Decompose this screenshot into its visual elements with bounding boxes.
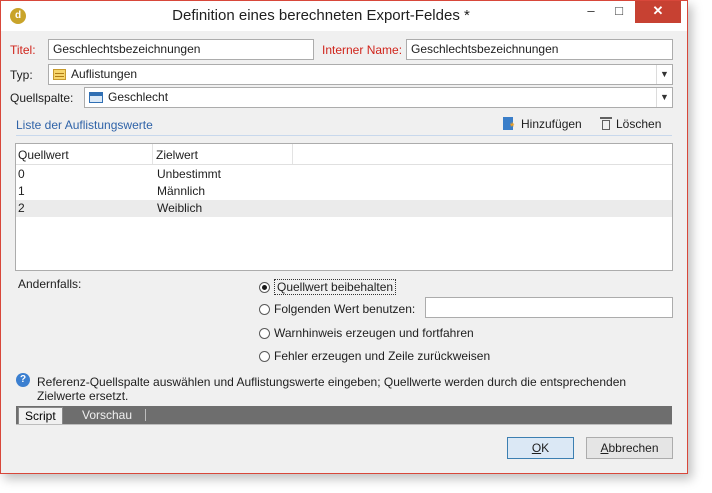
chevron-down-icon[interactable]: ▼ bbox=[656, 65, 672, 84]
titel-label: Titel: bbox=[10, 43, 36, 57]
internal-name-input[interactable]: Geschlechtsbezeichnungen bbox=[406, 39, 673, 60]
values-table[interactable]: Quellwert Zielwert 0 Unbestimmt 1 Männli… bbox=[15, 143, 673, 271]
chevron-down-icon[interactable]: ▼ bbox=[656, 88, 672, 107]
delete-button-label: Löschen bbox=[616, 117, 662, 131]
help-icon: ? bbox=[16, 373, 30, 387]
trash-icon bbox=[600, 117, 612, 131]
close-button[interactable]: ✕ bbox=[635, 1, 681, 23]
add-icon: * bbox=[503, 117, 517, 133]
maximize-button[interactable]: □ bbox=[606, 1, 632, 23]
column-header-target[interactable]: Zielwert bbox=[156, 148, 198, 162]
dialog-window: d Definition eines berechneten Export-Fe… bbox=[0, 0, 688, 474]
internal-name-label: Interner Name: bbox=[322, 43, 403, 57]
titel-input[interactable]: Geschlechtsbezeichnungen bbox=[48, 39, 314, 60]
radio-warn-continue[interactable]: Warnhinweis erzeugen und fortfahren bbox=[259, 326, 474, 340]
target-cell: Männlich bbox=[157, 184, 206, 198]
source-column-value: Geschlecht bbox=[108, 90, 169, 104]
radio-label: Folgenden Wert benutzen: bbox=[274, 302, 416, 316]
radio-label: Fehler erzeugen und Zeile zurückweisen bbox=[274, 349, 491, 363]
section-title: Liste der Auflistungswerte bbox=[16, 118, 153, 132]
radio-use-value[interactable]: Folgenden Wert benutzen: bbox=[259, 302, 415, 316]
title-bar[interactable]: d Definition eines berechneten Export-Fe… bbox=[1, 1, 687, 31]
tab-script[interactable]: Script bbox=[18, 407, 63, 424]
source-cell: 1 bbox=[18, 184, 25, 198]
dialog-content: Titel: Geschlechtsbezeichnungen Interner… bbox=[9, 31, 679, 467]
source-column-label: Quellspalte: bbox=[10, 91, 74, 105]
typ-value: Auflistungen bbox=[71, 67, 138, 81]
column-divider bbox=[292, 144, 293, 164]
otherwise-label: Andernfalls: bbox=[18, 277, 82, 291]
column-header-source[interactable]: Quellwert bbox=[18, 148, 69, 162]
column-icon bbox=[89, 92, 103, 103]
add-button[interactable]: * Hinzufügen bbox=[503, 117, 582, 133]
tab-preview[interactable]: Vorschau bbox=[76, 407, 138, 423]
info-text: Referenz-Quellspalte auswählen und Aufli… bbox=[37, 375, 627, 403]
cancel-rest: bbrechen bbox=[608, 441, 659, 455]
cancel-button[interactable]: Abbrechen bbox=[586, 437, 673, 459]
target-cell: Unbestimmt bbox=[157, 167, 222, 181]
column-divider bbox=[152, 144, 153, 164]
radio-button[interactable] bbox=[259, 327, 270, 339]
table-row-selected[interactable]: 2 Weiblich bbox=[16, 200, 672, 217]
table-row[interactable]: 0 Unbestimmt bbox=[16, 166, 672, 183]
typ-combobox[interactable]: Auflistungen ▼ bbox=[48, 64, 673, 85]
tab-underline bbox=[16, 424, 672, 425]
target-cell: Weiblich bbox=[157, 201, 203, 215]
radio-label: Quellwert beibehalten bbox=[274, 279, 397, 295]
typ-label: Typ: bbox=[10, 68, 33, 82]
window-title: Definition eines berechneten Export-Feld… bbox=[172, 7, 470, 24]
radio-keep-source[interactable]: Quellwert beibehalten bbox=[259, 279, 397, 295]
tab-bar: Script Vorschau bbox=[16, 406, 672, 424]
source-cell: 2 bbox=[18, 201, 25, 215]
ok-accel: O bbox=[531, 441, 542, 455]
source-column-combobox[interactable]: Geschlecht ▼ bbox=[84, 87, 673, 108]
table-row[interactable]: 1 Männlich bbox=[16, 183, 672, 200]
radio-button[interactable] bbox=[259, 303, 270, 315]
radio-button[interactable] bbox=[259, 281, 270, 293]
ok-rest: K bbox=[541, 441, 550, 455]
section-divider bbox=[16, 135, 672, 136]
ok-button[interactable]: OK bbox=[507, 437, 574, 459]
radio-button[interactable] bbox=[259, 350, 270, 362]
fallback-value-input[interactable] bbox=[425, 297, 673, 318]
table-header: Quellwert Zielwert bbox=[16, 144, 672, 165]
radio-label: Warnhinweis erzeugen und fortfahren bbox=[274, 326, 474, 340]
radio-error-reject[interactable]: Fehler erzeugen und Zeile zurückweisen bbox=[259, 349, 490, 363]
list-icon bbox=[53, 69, 66, 80]
add-button-label: Hinzufügen bbox=[521, 117, 582, 131]
delete-button[interactable]: Löschen bbox=[600, 117, 661, 131]
source-cell: 0 bbox=[18, 167, 25, 181]
tab-divider bbox=[145, 409, 146, 421]
minimize-button[interactable]: – bbox=[578, 1, 604, 23]
